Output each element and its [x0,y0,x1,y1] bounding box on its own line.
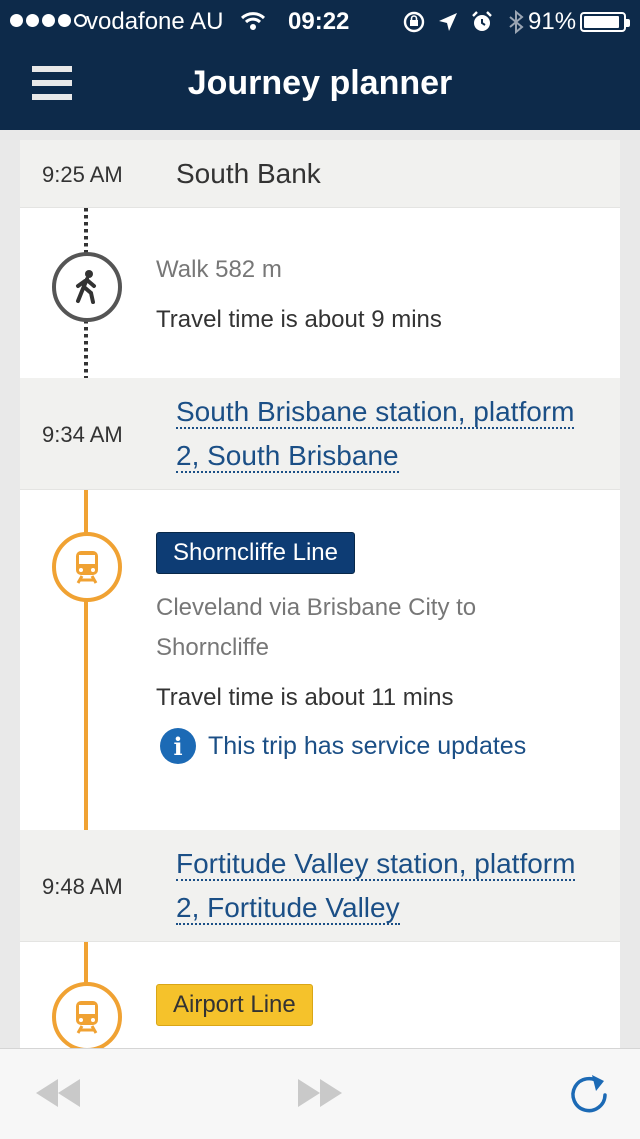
app-header: vodafone AU 09:22 91% Journey planner [0,0,640,130]
line-badge[interactable]: Airport Line [156,984,313,1026]
rotation-lock-icon [403,11,425,33]
walk-travel-time: Travel time is about 9 mins [156,306,442,333]
stop-row-origin: 9:25 AM South Bank [20,140,620,208]
stop-name-line1: South Brisbane station, platform [176,396,575,429]
line-badge[interactable]: Shorncliffe Line [156,532,355,574]
service-update-notice[interactable]: i This trip has service updates [160,728,526,764]
nav-bar: Journey planner [0,44,640,130]
refresh-icon[interactable] [566,1071,612,1117]
leg-train-airport: Airport Line [20,942,620,1048]
status-time: 09:22 [288,8,350,35]
stop-time: 9:48 AM [42,874,123,899]
train-travel-time: Travel time is about 11 mins [156,684,454,711]
service-update-text: This trip has service updates [208,731,527,760]
stop-row-fortitude-valley: 9:48 AM Fortitude Valley station, platfo… [20,830,620,942]
battery-icon [580,12,630,32]
info-icon: i [160,728,196,764]
bluetooth-icon [509,10,524,34]
signal-strength-icon [10,14,87,27]
battery-percent: 91% [528,8,577,35]
stop-row-south-brisbane: 9:34 AM South Brisbane station, platform… [20,378,620,490]
page-title: Journey planner [187,64,453,102]
stop-name-line2: 2, Fortitude Valley [176,892,400,925]
stop-link-fortitude-valley[interactable]: Fortitude Valley station, platform 2, Fo… [176,842,576,930]
stop-time: 9:34 AM [42,422,123,447]
journey-itinerary[interactable]: 9:25 AM South Bank Walk 582 m Travel tim… [20,140,620,1048]
walking-person-icon [52,252,122,322]
wifi-icon [240,12,266,30]
battery-level [584,16,619,28]
leg-train-shorncliffe: Shorncliffe Line Cleveland via Brisbane … [20,490,620,830]
stop-time: 9:25 AM [42,162,123,187]
stop-name-line1: Fortitude Valley station, platform [176,848,576,881]
train-direction-line1: Cleveland via Brisbane City to [156,594,477,621]
stop-link-south-brisbane[interactable]: South Brisbane station, platform 2, Sout… [176,390,575,478]
browser-toolbar [0,1048,640,1139]
stop-name: South Bank [176,158,321,189]
journey-planner-screen: vodafone AU 09:22 91% Journey planner 9:… [0,0,640,1139]
status-bar: vodafone AU 09:22 91% [0,0,640,44]
location-arrow-icon [439,13,457,31]
rewind-icon[interactable] [30,1073,86,1113]
leg-walk: Walk 582 m Travel time is about 9 mins [20,208,620,378]
train-icon [52,982,122,1048]
carrier-name: vodafone AU [86,8,224,35]
fast-forward-icon[interactable] [292,1073,348,1113]
alarm-icon [472,11,492,31]
train-direction-line2: Shorncliffe [156,634,269,661]
walk-distance: Walk 582 m [156,256,282,283]
stop-name-line2: 2, South Brisbane [176,440,399,473]
train-icon [52,532,122,602]
